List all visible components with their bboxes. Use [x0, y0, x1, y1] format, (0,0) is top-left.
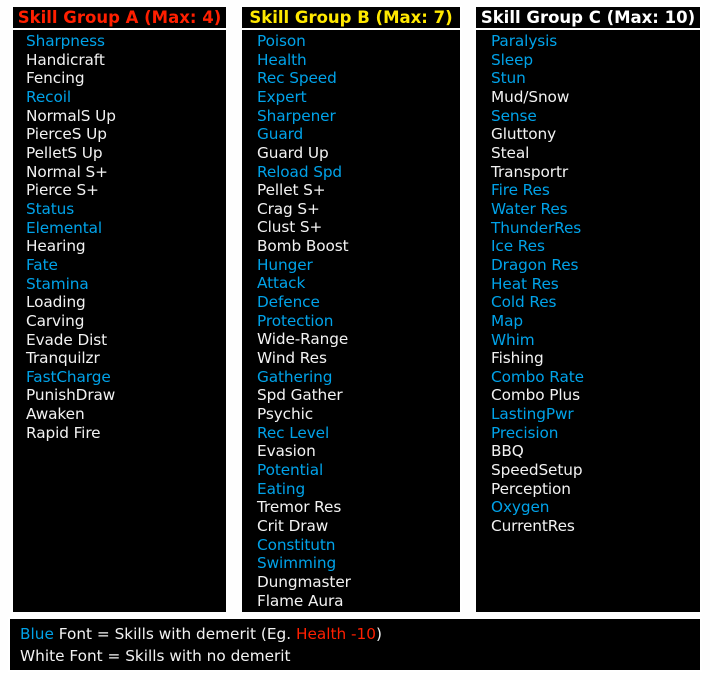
skill-item: Psychic	[257, 405, 314, 424]
skill-item: Sense	[491, 106, 537, 125]
skill-item: Fencing	[26, 69, 85, 88]
legend-example-value: Health -10	[295, 625, 377, 643]
skill-item: Fire Res	[491, 181, 550, 200]
skill-item: Normal S+	[26, 162, 108, 181]
skill-item: Perception	[491, 479, 571, 498]
skill-item: Wide-Range	[257, 330, 349, 349]
skill-item: Transportr	[491, 162, 569, 181]
skill-item: Steal	[491, 143, 530, 162]
legend-demerit-text: Font = Skills with demerit (Eg.	[53, 625, 296, 643]
skill-item: Clust S+	[257, 218, 323, 237]
skill-item: Protection	[257, 311, 334, 330]
skill-item: Spd Gather	[257, 386, 343, 405]
skill-group-c-header: Skill Group C (Max: 10)	[474, 5, 702, 30]
skill-group-column-c: Skill Group C (Max: 10) Paralysis Sleep St…	[467, 0, 710, 614]
skill-item: Eating	[257, 479, 306, 498]
skill-item: Constitutn	[257, 535, 336, 554]
skill-item: Fishing	[491, 349, 544, 368]
skill-item: Gluttony	[491, 125, 557, 144]
skill-item: Tremor Res	[257, 498, 342, 517]
skill-item: Pierce S+	[26, 181, 99, 200]
skill-item: Sleep	[491, 50, 533, 69]
skill-item: Stun	[491, 69, 526, 88]
skill-group-column-a: Skill Group A (Max: 4) Sharpness Handicra…	[0, 0, 233, 614]
skill-item: Pellet S+	[257, 181, 326, 200]
skill-group-b-header: Skill Group B (Max: 7)	[240, 5, 462, 30]
skill-item: Evasion	[257, 442, 316, 461]
skill-item: Crit Draw	[257, 516, 329, 535]
skill-item: Handicraft	[26, 50, 105, 69]
skill-item: Hearing	[26, 237, 86, 256]
skill-item: Wind Res	[257, 349, 327, 368]
skill-item: CurrentRes	[491, 517, 575, 536]
legend-line-demerit: Blue Font = Skills with demerit (Eg. Hea…	[20, 623, 700, 645]
skill-item: Combo Rate	[491, 367, 584, 386]
skill-item: Fate	[26, 255, 58, 274]
skill-item: Elemental	[26, 218, 103, 237]
skill-item: Water Res	[491, 199, 568, 218]
skill-item: NormalS Up	[26, 106, 116, 125]
skill-item: LastingPwr	[491, 405, 574, 424]
skill-list-c: Paralysis Sleep Stun Mud/Snow Sense Gluttony S…	[474, 30, 702, 614]
skill-item: Flame Aura	[257, 591, 344, 610]
skill-item: Rapid Fire	[26, 423, 101, 442]
legend-blue-keyword: Blue	[20, 625, 54, 643]
skill-item: Reload Spd	[257, 162, 343, 181]
skill-item: ThunderRes	[491, 218, 582, 237]
skill-item: Loading	[26, 293, 86, 312]
skill-list-a: Sharpness Handicraft Fencing Recoil NormalS …	[11, 30, 228, 614]
skill-item: PelletS Up	[26, 143, 103, 162]
skill-item: Recoil	[26, 87, 72, 106]
legend-demerit-suffix: )	[376, 625, 382, 643]
skill-group-a-header: Skill Group A (Max: 4)	[11, 5, 228, 30]
skill-item: BBQ	[491, 442, 524, 461]
skill-item: Paralysis	[491, 32, 558, 50]
skill-item: Sharpener	[257, 106, 336, 125]
skill-item: Rec Speed	[257, 69, 337, 88]
skill-item: Carving	[26, 311, 85, 330]
skill-item: Rec Level	[257, 423, 330, 442]
skill-item: Cold Res	[491, 293, 557, 312]
skill-item: Ice Res	[491, 237, 545, 256]
skill-item: Health	[257, 50, 307, 69]
skill-item: Defence	[257, 293, 320, 312]
skill-item: Hunger	[257, 255, 313, 274]
skill-item: Map	[491, 311, 523, 330]
skill-item: Attack	[257, 274, 306, 293]
skill-item: FastCharge	[26, 367, 111, 386]
legend-box: Blue Font = Skills with demerit (Eg. Hea…	[8, 617, 702, 672]
skill-item: Guard	[257, 125, 304, 144]
skill-item: Dragon Res	[491, 255, 579, 274]
skill-item: Awaken	[26, 405, 85, 424]
skill-group-columns: Skill Group A (Max: 4) Sharpness Handicra…	[0, 0, 710, 614]
skill-item: Poison	[257, 31, 306, 50]
skill-item: Gathering	[257, 367, 333, 386]
legend-line-no-demerit: White Font = Skills with no demerit	[20, 647, 291, 665]
skill-groups-reference: Skill Group A (Max: 4) Sharpness Handicra…	[0, 0, 710, 680]
skill-item: Dungmaster	[257, 572, 351, 591]
skill-item: Evade Dist	[26, 330, 108, 349]
skill-group-column-b: Skill Group B (Max: 7) Poison Health Rec S…	[233, 0, 467, 614]
skill-item: Stamina	[26, 274, 89, 293]
skill-list-b: Poison Health Rec Speed Expert Sharpener Guar…	[240, 29, 462, 614]
skill-item: Combo Plus	[491, 386, 581, 405]
skill-item: Sharpness	[26, 32, 105, 50]
skill-item: Guard Up	[257, 143, 329, 162]
skill-item: PierceS Up	[26, 125, 107, 144]
skill-item: Precision	[491, 423, 559, 442]
skill-item: Oxygen	[491, 498, 550, 517]
skill-item: SpeedSetup	[491, 461, 583, 480]
skill-item: Mud/Snow	[491, 87, 570, 106]
skill-item: Bomb Boost	[257, 237, 349, 256]
skill-item: Expert	[257, 87, 307, 106]
skill-item: Status	[26, 199, 75, 218]
skill-item: Whim	[491, 330, 535, 349]
skill-item: Tranquilzr	[26, 349, 100, 368]
skill-item: PunishDraw	[26, 386, 116, 405]
skill-item: Swimming	[257, 554, 337, 573]
skill-item: Potential	[257, 461, 324, 480]
skill-item: Heat Res	[491, 274, 559, 293]
skill-item: Crag S+	[257, 199, 320, 218]
